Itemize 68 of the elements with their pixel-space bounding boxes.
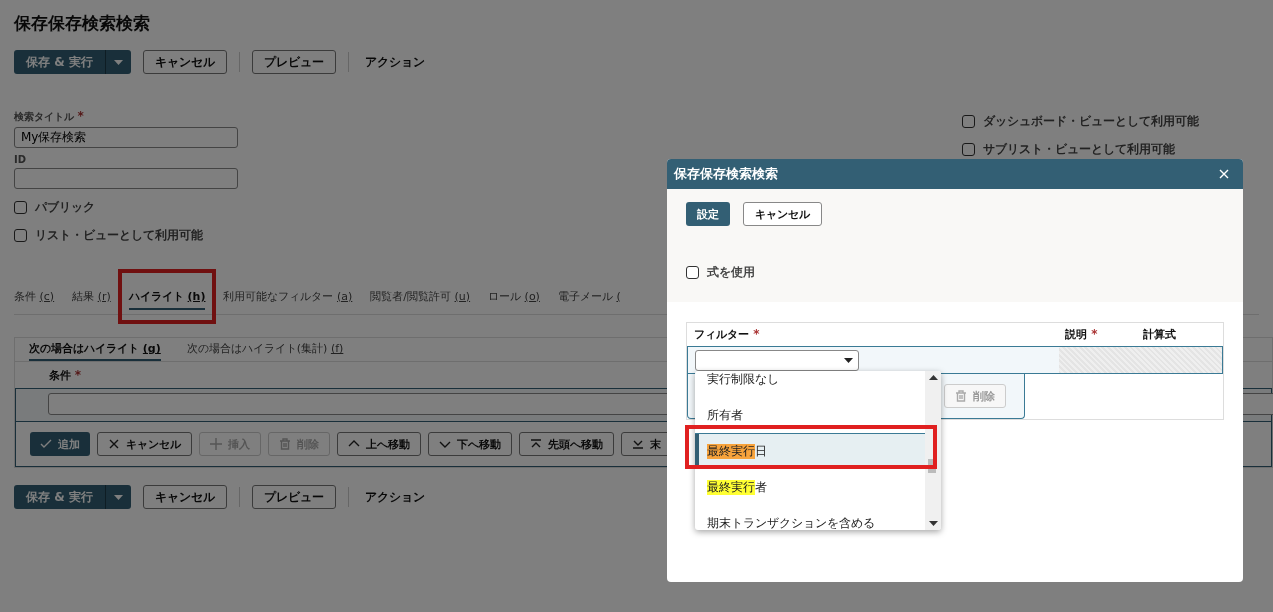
tab[interactable]: 電子メール ( xyxy=(557,284,621,310)
checkbox-label: サブリスト・ビューとして利用可能 xyxy=(983,142,1175,157)
dropdown-option[interactable]: 実行制限なし xyxy=(695,371,925,397)
field-label: ID xyxy=(14,154,28,165)
scrollbar-thumb[interactable] xyxy=(928,459,936,473)
close-icon[interactable] xyxy=(1219,169,1229,179)
required-mark: * xyxy=(74,367,82,382)
move-top-icon xyxy=(530,438,542,450)
dropdown-button[interactable] xyxy=(104,485,131,509)
caret-icon xyxy=(113,494,123,500)
subtab[interactable]: 次の場合はハイライト (g) xyxy=(29,341,161,361)
page-title: 保存保存検索検索 xyxy=(14,12,151,35)
tab[interactable]: ハイライト (h) xyxy=(128,284,206,310)
move-bottom-icon xyxy=(632,438,644,450)
checkbox[interactable] xyxy=(962,115,975,128)
column-header: 条件 * xyxy=(49,367,82,383)
set-button[interactable]: 設定 xyxy=(686,202,730,226)
subtab[interactable]: 次の場合はハイライト(集計) (f) xyxy=(186,341,344,361)
row-button[interactable]: 上へ移動 xyxy=(337,432,421,456)
check-icon xyxy=(40,438,52,450)
required-mark: * xyxy=(1090,327,1098,342)
trash-icon xyxy=(955,390,967,403)
tab[interactable]: 利用可能なフィルター (a) xyxy=(223,284,353,310)
action-menu[interactable]: アクション xyxy=(364,53,425,71)
save-run-button[interactable]: 保存 & 実行 xyxy=(14,50,105,74)
cancel-button[interactable]: キャンセル xyxy=(142,50,227,74)
column-header: 計算式 xyxy=(1143,327,1177,343)
checkbox[interactable] xyxy=(14,229,27,242)
checkbox[interactable] xyxy=(686,266,699,279)
preview-button[interactable]: プレビュー xyxy=(251,50,336,74)
trash-icon xyxy=(279,438,291,450)
tab[interactable]: 閲覧者/閲覧許可 (u) xyxy=(370,284,471,310)
dropdown-button[interactable] xyxy=(104,50,131,74)
caret-icon xyxy=(844,357,853,363)
title-field[interactable]: My保存検索 xyxy=(14,127,238,148)
plus-icon xyxy=(210,438,222,450)
filter-select[interactable] xyxy=(695,349,859,371)
scrollbar[interactable] xyxy=(925,371,941,530)
row-button[interactable]: 下へ移動 xyxy=(428,432,512,456)
dialog-title: 保存保存検索検索 xyxy=(674,165,778,183)
checkbox[interactable] xyxy=(14,201,27,214)
column-header: フィルター * xyxy=(694,327,761,343)
checkbox[interactable] xyxy=(962,143,975,156)
cancel-button[interactable]: キャンセル xyxy=(743,202,822,226)
scroll-down-icon xyxy=(928,521,938,526)
preview-button[interactable]: プレビュー xyxy=(251,485,336,509)
tab[interactable]: 条件 (c) xyxy=(14,284,55,310)
checkbox-label: 式を使用 xyxy=(707,265,755,280)
close-icon xyxy=(108,438,120,450)
required-mark: * xyxy=(77,109,84,123)
column-header: 説明 * xyxy=(1065,327,1099,343)
caret-icon xyxy=(113,59,123,65)
field-label: 検索タイトル * xyxy=(14,109,85,124)
cancel-button[interactable]: キャンセル xyxy=(142,485,227,509)
tab[interactable]: ロール (o) xyxy=(488,284,540,310)
id-field[interactable] xyxy=(14,168,238,189)
action-menu[interactable]: アクション xyxy=(364,488,425,506)
checkbox-label: リスト・ビューとして利用可能 xyxy=(35,228,203,243)
tab[interactable]: 結果 (r) xyxy=(72,284,111,310)
row-button[interactable]: 追加 xyxy=(30,432,90,456)
checkbox-label: パブリック xyxy=(35,200,95,215)
save-run-button[interactable]: 保存 & 実行 xyxy=(14,485,105,509)
row-button[interactable]: キャンセル xyxy=(97,432,192,456)
dropdown-option[interactable]: 期末トランザクションを含める xyxy=(695,505,925,530)
checkbox-label: ダッシュボード・ビューとして利用可能 xyxy=(983,114,1199,129)
required-mark: * xyxy=(752,327,760,342)
row-button[interactable]: 先頭へ移動 xyxy=(519,432,614,456)
dropdown-option[interactable]: 最終実行者 xyxy=(695,469,925,505)
